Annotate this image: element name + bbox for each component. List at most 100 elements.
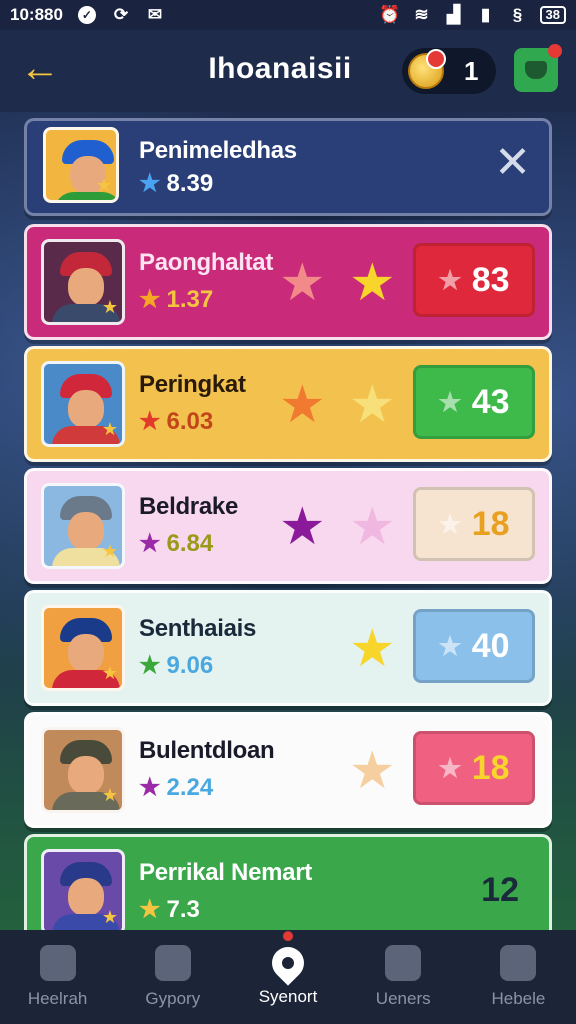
favorite-star-icon[interactable]: ★ — [349, 743, 396, 799]
player-avatar: ★ — [41, 483, 125, 569]
alarm-icon: ⏰ — [378, 5, 401, 24]
battery-icon: 38 — [539, 6, 566, 24]
player-avatar: ★ — [41, 239, 125, 325]
score-star-icon: ★ — [438, 264, 462, 295]
sim-icon: ▮ — [480, 5, 491, 24]
rating-value: 6.03 — [166, 407, 214, 435]
nav-item[interactable]: Gypory — [115, 930, 230, 1024]
score-button[interactable]: ★ 43 — [413, 365, 535, 439]
history-icon — [154, 945, 191, 981]
player-rating: ★ 6.03 — [139, 407, 213, 436]
player-avatar: ★ — [41, 605, 125, 691]
score-button[interactable]: ★ 18 — [413, 487, 535, 561]
header: ← Ihoanaisii 1 — [0, 30, 576, 112]
player-rating: ★ 1.37 — [139, 285, 213, 314]
sync-icon: ⟳ — [113, 5, 129, 24]
player-rating: ★ 9.06 — [139, 651, 213, 680]
nav-item[interactable]: Syenort — [230, 929, 345, 1024]
page-title: Ihoanaisii — [208, 52, 352, 85]
rating-star-icon: ★ — [139, 170, 161, 197]
avatar-face — [68, 390, 104, 428]
nav-label: Ueners — [375, 989, 431, 1008]
rating-star-icon: ★ — [139, 530, 161, 557]
score-button[interactable]: ★ 40 — [413, 609, 535, 683]
score-value: 12 — [481, 870, 519, 909]
avatar-face — [68, 756, 104, 794]
player-name: Paonghaltat — [139, 249, 274, 276]
player-avatar: ★ — [41, 849, 125, 935]
nav-label: Gypory — [145, 989, 201, 1008]
player-rating: ★ 2.24 — [139, 773, 213, 802]
score-value: 18 — [471, 748, 510, 787]
coin-icon — [408, 49, 446, 89]
player-name: Beldrake — [139, 493, 238, 520]
score-button[interactable]: 12 — [413, 853, 535, 927]
star-badge-icon: ★ — [101, 419, 118, 439]
nav-item[interactable]: Heelrah — [0, 930, 115, 1024]
player-rating: ★ 7.3 — [139, 895, 200, 924]
messages-icon — [385, 945, 422, 981]
coin-counter[interactable]: 1 — [402, 48, 496, 94]
rating-value: 6.84 — [166, 529, 214, 557]
nav-label: Hebele — [491, 989, 546, 1008]
rank-star-icon: ★ — [279, 376, 326, 434]
player-row[interactable]: ★ Peringkat ★ 6.03 ★ ★ ★ 43 — [24, 346, 552, 462]
home-icon — [39, 945, 76, 981]
rating-value: 9.06 — [166, 651, 214, 679]
player-rating: ★ 8.39 — [139, 169, 213, 198]
star-badge-icon: ★ — [101, 907, 118, 927]
rating-value: 2.24 — [166, 773, 214, 801]
nav-item[interactable]: Hebele — [461, 930, 576, 1024]
score-value: 83 — [471, 260, 510, 299]
mail-icon: ✉ — [147, 5, 163, 24]
score-star-icon: ★ — [438, 508, 462, 539]
star-badge-icon: ★ — [101, 541, 118, 561]
player-row[interactable]: ★ Penimeledhas ★ 8.39 ✕ — [24, 118, 552, 216]
rating-value: 7.3 — [166, 895, 200, 923]
notification-icon: ✓ — [77, 5, 97, 25]
avatar-face — [68, 634, 104, 672]
nav-label: Syenort — [258, 987, 318, 1006]
rating-value: 8.39 — [166, 169, 214, 197]
rating-star-icon: ★ — [139, 408, 161, 435]
player-name: Penimeledhas — [139, 137, 297, 164]
rating-star-icon: ★ — [139, 774, 161, 801]
player-row[interactable]: ★ Senthaiais ★ 9.06 ★ ★ 40 — [24, 590, 552, 706]
player-name: Perrikal Nemart — [139, 859, 312, 886]
favorite-star-icon[interactable]: ★ — [349, 499, 396, 555]
score-star-icon: ★ — [438, 630, 462, 661]
favorite-star-icon[interactable]: ★ — [349, 621, 396, 677]
score-value: 18 — [471, 504, 510, 543]
shop-notification-dot — [548, 44, 562, 58]
coin-count: 1 — [464, 55, 479, 86]
rating-star-icon: ★ — [139, 896, 161, 923]
rating-star-icon: ★ — [139, 286, 161, 313]
score-value: 40 — [471, 626, 510, 665]
favorite-star-icon[interactable]: ★ — [349, 377, 396, 433]
player-rating: ★ 6.84 — [139, 529, 213, 558]
player-row[interactable]: ★ Beldrake ★ 6.84 ★ ★ ★ 18 — [24, 468, 552, 584]
player-avatar: ★ — [41, 361, 125, 447]
player-name: Peringkat — [139, 371, 246, 398]
shop-button[interactable] — [514, 44, 562, 92]
favorite-star-icon[interactable]: ★ — [349, 255, 396, 311]
star-badge-icon: ★ — [95, 175, 112, 195]
score-value: 43 — [471, 382, 510, 421]
score-button[interactable]: ★ 18 — [413, 731, 535, 805]
player-avatar: ★ — [41, 727, 125, 813]
avatar-face — [68, 878, 104, 916]
back-arrow-icon[interactable]: ← — [20, 48, 64, 90]
nav-label: Heelrah — [27, 989, 88, 1008]
profile-icon — [500, 945, 537, 981]
signal-icon: ▟ — [446, 5, 461, 24]
score-button[interactable]: ★ 83 — [413, 243, 535, 317]
nav-item[interactable]: Ueners — [346, 930, 461, 1024]
nav-notification-dot — [280, 929, 296, 944]
player-avatar: ★ — [43, 127, 119, 203]
player-row[interactable]: ★ Bulentdloan ★ 2.24 ★ ★ 18 — [24, 712, 552, 828]
wifi-icon: ≋ — [414, 5, 429, 24]
player-row[interactable]: ★ Paonghaltat ★ 1.37 ★ ★ ★ 83 — [24, 224, 552, 340]
close-icon[interactable]: ✕ — [494, 141, 531, 185]
star-badge-icon: ★ — [101, 785, 118, 805]
rank-star-icon: ★ — [279, 498, 326, 556]
